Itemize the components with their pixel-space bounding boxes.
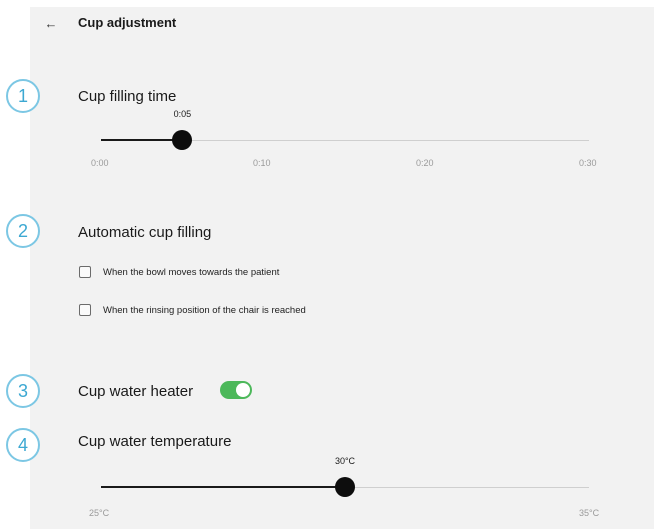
cup-water-temperature-title: Cup water temperature (78, 433, 232, 450)
rinsing-position-option[interactable]: When the rinsing position of the chair i… (79, 302, 306, 318)
cup-water-temperature-slider[interactable]: 30°C (101, 456, 589, 497)
tick-label: 0:10 (253, 158, 271, 168)
step-badge-2: 2 (6, 214, 40, 248)
page-title: Cup adjustment (78, 15, 177, 30)
bowl-moves-label: When the bowl moves towards the patient (103, 266, 280, 278)
slider-thumb[interactable] (335, 477, 355, 497)
tick-label: 35°C (579, 508, 600, 518)
step-badge-3: 3 (6, 374, 40, 408)
rinsing-position-checkbox[interactable] (79, 304, 91, 316)
rinsing-position-label: When the rinsing position of the chair i… (103, 304, 306, 316)
back-arrow-icon[interactable]: ← (42, 14, 60, 34)
toggle-knob (236, 383, 250, 397)
tick-label: 25°C (89, 508, 110, 518)
cup-filling-time-title: Cup filling time (78, 88, 177, 105)
slider-value-label: 30°C (334, 456, 356, 466)
cup-water-heater-title: Cup water heater (78, 383, 194, 400)
step-badge-1: 1 (6, 79, 40, 113)
tick-label: 0:20 (416, 158, 434, 168)
tick-label: 0:00 (91, 158, 109, 168)
bowl-moves-option[interactable]: When the bowl moves towards the patient (79, 264, 279, 280)
slider-value-label: 0:05 (173, 109, 192, 119)
page: ← Cup adjustment 1 Cup filling time 0:05… (0, 0, 654, 529)
slider-fill (101, 486, 345, 488)
step-badge-4: 4 (6, 428, 40, 462)
automatic-cup-filling-title: Automatic cup filling (78, 224, 212, 241)
bowl-moves-checkbox[interactable] (79, 266, 91, 278)
tick-label: 0:30 (579, 158, 597, 168)
slider-fill (101, 139, 183, 141)
cup-water-heater-toggle[interactable] (220, 381, 252, 399)
cup-filling-time-slider[interactable]: 0:05 (101, 109, 589, 150)
